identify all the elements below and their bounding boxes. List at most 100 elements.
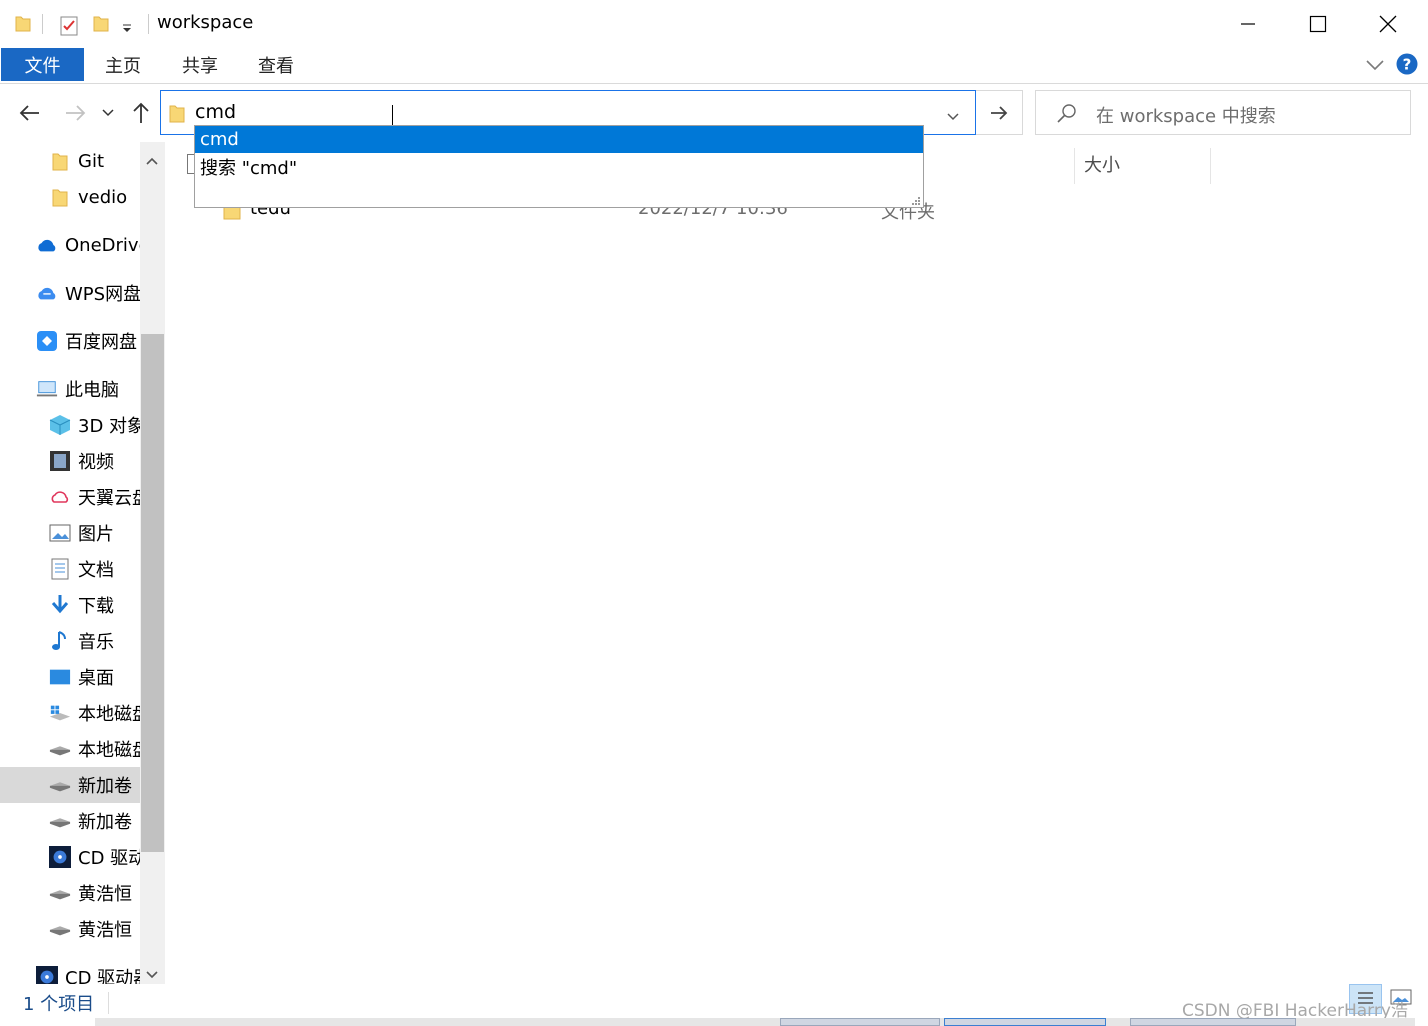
back-button[interactable] [17, 100, 43, 126]
go-arrow-icon [991, 105, 1008, 120]
search-icon [1056, 102, 1078, 128]
sidebar-item-vedio[interactable]: vedio [0, 179, 140, 215]
close-button[interactable] [1353, 0, 1423, 48]
sidebar-item-label: CD 驱动器 [78, 848, 140, 869]
help-icon[interactable]: ? [1396, 53, 1418, 79]
column-header-size[interactable]: 大小 [1084, 142, 1120, 186]
address-input[interactable] [195, 101, 795, 123]
maximize-button[interactable] [1283, 0, 1353, 48]
scrollbar-thumb[interactable] [141, 334, 164, 852]
sidebar-item-this-pc[interactable]: 此电脑 [0, 371, 140, 407]
sidebar-item-label: 视频 [78, 452, 114, 473]
tab-share[interactable]: 共享 [167, 48, 233, 81]
drive-icon [49, 882, 71, 904]
music-icon [49, 630, 71, 652]
sidebar-item-pictures[interactable]: 图片 [0, 515, 140, 551]
sidebar-item-label: 黄浩恒 [78, 884, 132, 905]
drive-icon [49, 774, 71, 796]
wizard-back-button[interactable] [780, 1018, 940, 1026]
sidebar-item-baidu[interactable]: 百度网盘 [0, 323, 140, 359]
sidebar-item-huang-2[interactable]: 黄浩恒 [0, 911, 140, 947]
sidebar-item-tianyi[interactable]: 天翼云盘 [0, 479, 140, 515]
drive-icon [49, 918, 71, 940]
download-icon [49, 594, 71, 616]
chevron-up-icon[interactable] [145, 151, 159, 170]
divider [108, 992, 109, 1014]
recent-locations-button[interactable] [97, 100, 119, 126]
drive-icon [49, 810, 71, 832]
tab-view[interactable]: 查看 [243, 48, 309, 81]
go-button[interactable] [976, 90, 1023, 135]
wizard-cancel-button[interactable] [1130, 1018, 1296, 1026]
sidebar-item-label: 下载 [78, 596, 114, 617]
sidebar-item-label: OneDrive [65, 234, 140, 256]
3d-objects-icon [49, 414, 71, 436]
close-icon [1379, 15, 1397, 33]
chevron-down-icon[interactable] [1365, 57, 1385, 76]
minimize-button[interactable] [1213, 0, 1283, 48]
sidebar-item-label: 新加卷 [78, 812, 132, 833]
chevron-down-icon[interactable] [946, 107, 960, 126]
sidebar-item-3d-objects[interactable]: 3D 对象 [0, 407, 140, 443]
sidebar-item-label: 音乐 [78, 632, 114, 653]
sidebar-item-git[interactable]: Git [0, 143, 140, 179]
sidebar-item-huang-1[interactable]: 黄浩恒 [0, 875, 140, 911]
drive-icon [49, 738, 71, 760]
onedrive-cloud-icon [36, 234, 58, 256]
sidebar-item-label: 桌面 [78, 668, 114, 689]
sidebar-item-label: WPS网盘 [65, 284, 140, 305]
ribbon-tabs: 文件 主页 共享 查看 ? [0, 48, 1428, 84]
sidebar-scrollbar[interactable] [140, 142, 165, 984]
folder-icon[interactable] [15, 14, 31, 36]
wps-cloud-icon [36, 282, 58, 304]
forward-arrow-icon [66, 105, 86, 121]
tab-home[interactable]: 主页 [90, 48, 156, 81]
properties-icon[interactable] [58, 14, 80, 40]
sidebar-item-cd-drive-2[interactable]: CD 驱动器 [0, 959, 140, 984]
item-count: 1 个项目 [23, 994, 95, 1015]
folder-icon [169, 103, 185, 127]
sidebar-item-new-volume[interactable]: 新加卷 [0, 803, 140, 839]
sidebar-item-onedrive[interactable]: OneDrive [0, 227, 140, 263]
sidebar-item-label: vedio [78, 186, 128, 208]
sidebar-item-videos[interactable]: 视频 [0, 443, 140, 479]
sidebar-item-local-disk[interactable]: 本地磁盘 [0, 731, 140, 767]
sidebar-item-local-disk-c[interactable]: 本地磁盘 [0, 695, 140, 731]
wizard-next-button[interactable] [944, 1018, 1106, 1026]
search-placeholder: 在 workspace 中搜索 [1096, 106, 1276, 127]
new-folder-icon[interactable] [93, 14, 109, 36]
sidebar-item-music[interactable]: 音乐 [0, 623, 140, 659]
sidebar-item-new-volume-selected[interactable]: 新加卷 [0, 767, 140, 803]
tianyi-cloud-icon [49, 486, 71, 508]
explorer-window: workspace 文件 主页 共享 查看 ? cmd 在 workspace … [0, 0, 1428, 1026]
chevron-down-icon[interactable] [145, 965, 159, 984]
forward-button[interactable] [62, 100, 88, 126]
up-button[interactable] [128, 100, 154, 126]
divider [148, 14, 149, 34]
dropdown-icon[interactable] [121, 20, 133, 39]
chevron-down-icon [102, 109, 114, 117]
sidebar-item-documents[interactable]: 文档 [0, 551, 140, 587]
file-list: 大小 tedu 2022/12/7 10:36 文件夹 [165, 142, 1428, 984]
svg-text:?: ? [1403, 56, 1412, 74]
sidebar-item-label: 文档 [78, 560, 114, 581]
sidebar-item-label: 黄浩恒 [78, 920, 132, 941]
tab-file[interactable]: 文件 [1, 48, 84, 81]
resize-grip-icon[interactable] [909, 193, 921, 212]
sidebar-item-label: 此电脑 [65, 380, 119, 401]
sidebar-item-downloads[interactable]: 下载 [0, 587, 140, 623]
this-pc-icon [36, 378, 58, 400]
sidebar-item-cd-drive[interactable]: CD 驱动器 [0, 839, 140, 875]
sidebar-item-wps[interactable]: WPS网盘 [0, 275, 140, 311]
documents-icon [49, 558, 71, 580]
sidebar-item-label: 本地磁盘 [78, 740, 140, 761]
suggestion-item[interactable]: cmd [195, 126, 923, 153]
sidebar-item-label: 本地磁盘 [78, 704, 140, 725]
sidebar-item-desktop[interactable]: 桌面 [0, 659, 140, 695]
sidebar-item-label: CD 驱动器 [65, 968, 140, 984]
window-title: workspace [157, 12, 254, 33]
sidebar-item-label: 百度网盘 [65, 332, 137, 353]
address-autocomplete-list: cmd 搜索 "cmd" [194, 125, 924, 208]
search-box[interactable]: 在 workspace 中搜索 [1035, 90, 1411, 135]
suggestion-item[interactable]: 搜索 "cmd" [195, 153, 923, 180]
